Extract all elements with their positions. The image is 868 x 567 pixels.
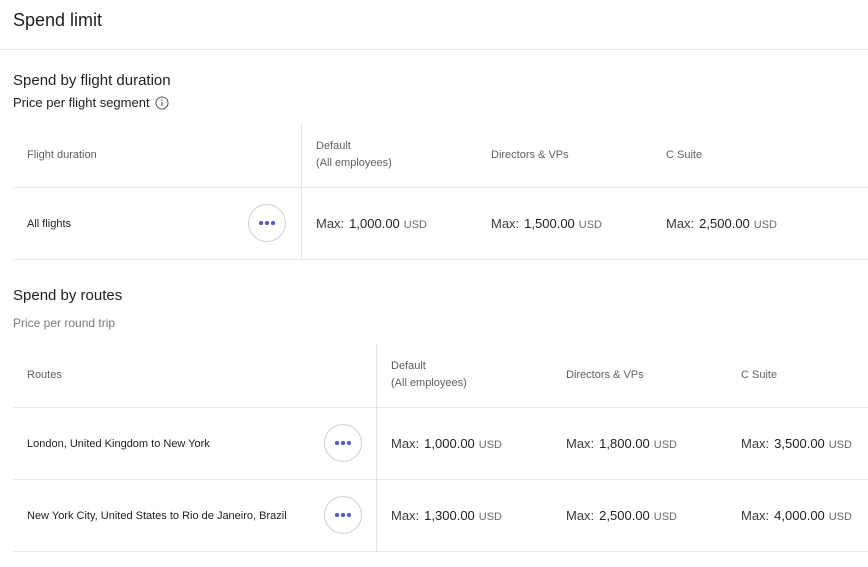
flight-duration-table: Flight duration All flights Default (All…: [13, 123, 868, 260]
info-icon[interactable]: [155, 95, 169, 110]
currency: USD: [478, 439, 503, 451]
amount: 1,800.00: [599, 436, 650, 451]
currency: USD: [653, 439, 678, 451]
more-horizontal-icon: [335, 441, 351, 445]
table-row: Max: 1,000.00 USD Max: 1,800.00 USD Max:…: [377, 407, 868, 479]
amount: 1,000.00: [349, 216, 400, 231]
row-label: London, United Kingdom to New York: [27, 437, 210, 450]
flight-duration-header: Flight duration: [27, 148, 97, 161]
table-row: London, United Kingdom to New York: [13, 407, 376, 479]
column-header-directors: Directors & VPs: [566, 368, 644, 381]
limit-cell: Max: 2,500.00 USD: [666, 216, 777, 231]
column-header-default: Default (All employees): [391, 358, 566, 392]
currency: USD: [578, 219, 603, 231]
routes-section-subtitle: Price per round trip: [13, 316, 116, 330]
row-label: New York City, United States to Rio de J…: [27, 509, 287, 522]
currency: USD: [753, 219, 778, 231]
table-row: New York City, United States to Rio de J…: [13, 479, 376, 551]
routes-section-title: Spend by routes: [13, 287, 123, 304]
column-header-default: Default (All employees): [316, 138, 491, 172]
currency: USD: [478, 511, 503, 523]
routes-table-col-headers: Default (All employees) Directors & VPs …: [377, 343, 868, 407]
limit-cell: Max: 1,000.00 USD: [316, 216, 491, 231]
limit-cell: Max: 1,800.00 USD: [566, 436, 741, 451]
max-label: Max:: [316, 216, 345, 231]
row-values: Max: 1,300.00 USD Max: 2,500.00 USD Max:…: [391, 480, 868, 551]
amount: 4,000.00: [774, 508, 825, 523]
amount: 1,000.00: [424, 436, 475, 451]
max-label: Max:: [741, 508, 770, 523]
limit-cell: Max: 4,000.00 USD: [741, 508, 852, 523]
amount: 2,500.00: [699, 216, 750, 231]
currency: USD: [828, 511, 853, 523]
flight-section-title: Spend by flight duration: [13, 72, 171, 89]
column-header-line2: (All employees): [316, 157, 392, 169]
max-label: Max:: [566, 436, 595, 451]
limit-cell: Max: 1,000.00 USD: [391, 436, 566, 451]
more-options-button[interactable]: [324, 424, 362, 462]
column-header-line2: (All employees): [391, 377, 467, 389]
table-row: Max: 1,300.00 USD Max: 2,500.00 USD Max:…: [377, 479, 868, 551]
amount: 3,500.00: [774, 436, 825, 451]
limit-cell: Max: 1,300.00 USD: [391, 508, 566, 523]
flight-table-left: Flight duration All flights: [13, 123, 302, 259]
row-values: Max: 1,000.00 USD Max: 1,500.00 USD Max:…: [316, 188, 868, 259]
flight-subtitle-text: Price per flight segment: [13, 95, 150, 110]
more-options-button[interactable]: [324, 496, 362, 534]
more-horizontal-icon: [335, 513, 351, 517]
max-label: Max:: [391, 508, 420, 523]
amount: 1,500.00: [524, 216, 575, 231]
currency: USD: [828, 439, 853, 451]
page-title: Spend limit: [13, 10, 103, 30]
more-options-button[interactable]: [248, 204, 286, 242]
amount: 1,300.00: [424, 508, 475, 523]
routes-section: Spend by routes Price per round trip Rou…: [0, 287, 868, 552]
routes-header: Routes: [27, 368, 62, 381]
routes-table-left: Routes London, United Kingdom to New Yor…: [13, 343, 377, 551]
column-header-csuite: C Suite: [741, 368, 778, 381]
limit-cell: Max: 2,500.00 USD: [566, 508, 741, 523]
routes-table: Routes London, United Kingdom to New Yor…: [13, 343, 868, 552]
column-header-csuite: C Suite: [666, 148, 703, 161]
flight-table-row-header: Flight duration: [13, 123, 301, 187]
flight-duration-section: Spend by flight duration Price per fligh…: [0, 72, 868, 260]
currency: USD: [653, 511, 678, 523]
column-header-line1: Default: [391, 360, 426, 372]
table-row: Max: 1,000.00 USD Max: 1,500.00 USD Max:…: [302, 187, 868, 259]
table-row: All flights: [13, 187, 301, 259]
column-header-directors: Directors & VPs: [491, 148, 569, 161]
max-label: Max:: [491, 216, 520, 231]
page-header: Spend limit: [0, 0, 868, 50]
row-label: All flights: [27, 217, 72, 230]
max-label: Max:: [741, 436, 770, 451]
routes-table-right: Default (All employees) Directors & VPs …: [377, 343, 868, 551]
column-header-line1: Default: [316, 140, 351, 152]
more-horizontal-icon: [259, 221, 275, 225]
max-label: Max:: [391, 436, 420, 451]
max-label: Max:: [566, 508, 595, 523]
limit-cell: Max: 1,500.00 USD: [491, 216, 666, 231]
currency: USD: [403, 219, 428, 231]
routes-table-row-header: Routes: [13, 343, 376, 407]
max-label: Max:: [666, 216, 695, 231]
flight-table-col-headers: Default (All employees) Directors & VPs …: [302, 123, 868, 187]
flight-table-right: Default (All employees) Directors & VPs …: [302, 123, 868, 259]
amount: 2,500.00: [599, 508, 650, 523]
limit-cell: Max: 3,500.00 USD: [741, 436, 852, 451]
flight-section-subtitle: Price per flight segment: [13, 95, 868, 110]
row-values: Max: 1,000.00 USD Max: 1,800.00 USD Max:…: [391, 408, 868, 479]
